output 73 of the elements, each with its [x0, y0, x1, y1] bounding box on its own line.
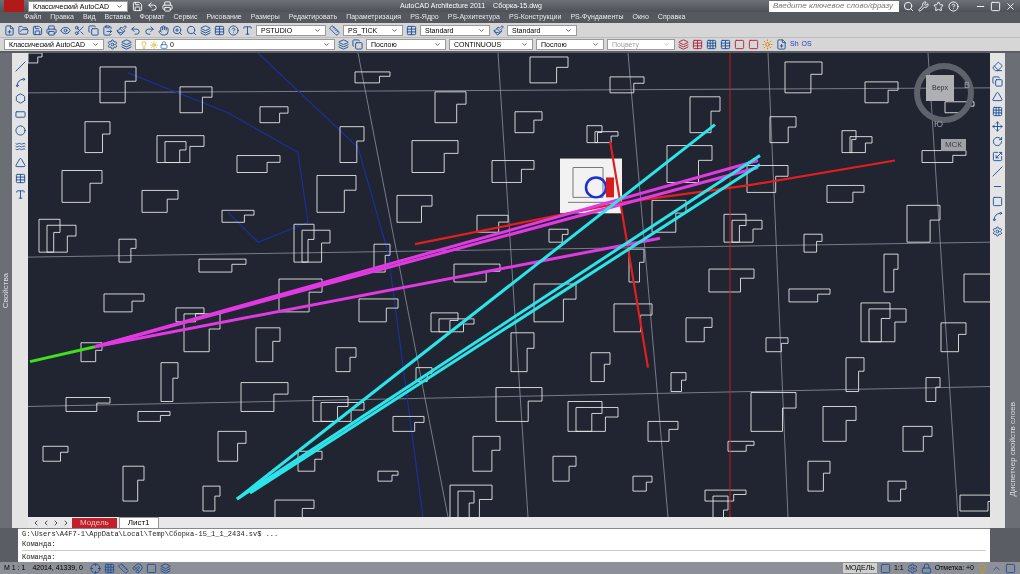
brush-icon[interactable]	[116, 24, 127, 36]
grid-icon[interactable]	[104, 562, 115, 574]
save-icon[interactable]	[32, 24, 43, 36]
open-folder-icon[interactable]	[18, 24, 29, 36]
layers-icon[interactable]	[200, 24, 211, 36]
copy-icon[interactable]	[88, 24, 99, 36]
triangle-icon[interactable]	[14, 157, 26, 168]
printer-icon[interactable]	[46, 24, 57, 36]
wrench-icon[interactable]	[918, 0, 929, 12]
close-icon[interactable]	[1005, 0, 1016, 12]
hand-icon[interactable]	[158, 24, 169, 36]
layout-tab[interactable]: Модель	[72, 517, 117, 528]
dimension-style-icon[interactable]	[329, 24, 340, 36]
search-icon[interactable]	[903, 0, 914, 12]
eraser-icon[interactable]	[992, 61, 1003, 72]
table-icon[interactable]	[692, 39, 703, 50]
object-snap-icon[interactable]	[132, 562, 143, 574]
array-icon[interactable]	[992, 106, 1003, 117]
circle-icon[interactable]	[14, 125, 26, 136]
table-icon[interactable]	[14, 173, 26, 184]
rotate-icon[interactable]	[992, 136, 1003, 147]
table-style-icon[interactable]	[406, 24, 417, 36]
undo-icon[interactable]	[147, 0, 158, 12]
palette-title[interactable]: Свойства	[0, 272, 12, 309]
maximize-icon[interactable]	[990, 0, 1001, 12]
palette-title[interactable]: Диспетчер свойств слоев	[1006, 401, 1019, 496]
lock-icon	[160, 40, 168, 49]
bulb-icon	[140, 40, 148, 49]
polygon-icon[interactable]	[14, 93, 26, 104]
fillet-icon[interactable]	[992, 211, 1003, 222]
zoom-window-icon[interactable]	[186, 24, 197, 36]
previous-tab-icon[interactable]	[42, 518, 50, 527]
layer-state-icon[interactable]	[338, 39, 349, 50]
snap-icon[interactable]	[90, 562, 101, 574]
redo-icon[interactable]	[144, 24, 155, 36]
next-tab-icon[interactable]	[52, 518, 60, 527]
layers-icon[interactable]	[121, 39, 132, 50]
multileader-style-icon[interactable]	[493, 24, 504, 36]
preview-icon[interactable]	[60, 24, 71, 36]
line-icon[interactable]	[14, 61, 26, 72]
help-icon[interactable]	[228, 24, 239, 36]
gear-icon[interactable]	[107, 39, 118, 50]
first-tab-icon[interactable]	[32, 518, 40, 527]
zoom-icon[interactable]	[172, 24, 183, 36]
layers-icon[interactable]	[160, 562, 171, 574]
copy-icon[interactable]	[992, 76, 1003, 87]
printer-icon[interactable]	[162, 0, 173, 12]
ucs-menu[interactable]: МСК	[940, 139, 966, 151]
grid-icon[interactable]	[706, 39, 717, 50]
rectangle-icon[interactable]	[14, 109, 26, 120]
layers-icon[interactable]	[678, 39, 689, 50]
table-icon[interactable]	[214, 24, 225, 36]
scissors-icon[interactable]	[74, 24, 85, 36]
new-file-icon[interactable]	[4, 24, 15, 36]
spline-icon[interactable]	[14, 141, 26, 152]
undo-icon[interactable]	[130, 24, 141, 36]
polyline-icon[interactable]	[14, 77, 26, 88]
square-icon[interactable]	[734, 39, 745, 50]
star-icon[interactable]	[933, 0, 944, 12]
last-tab-icon[interactable]	[62, 518, 70, 527]
scale-icon[interactable]	[992, 151, 1003, 162]
text-style-icon[interactable]	[242, 24, 253, 36]
lock-icon[interactable]	[920, 562, 932, 574]
compass-label: В	[964, 79, 970, 92]
paste-icon[interactable]	[102, 24, 113, 36]
text-icon[interactable]	[14, 189, 26, 200]
search-field[interactable]: Введите ключевое слово/фразу	[769, 0, 899, 12]
sun-icon	[150, 40, 158, 49]
square-icon[interactable]	[748, 39, 759, 50]
layer-copy-icon[interactable]	[352, 39, 363, 50]
table-icon[interactable]	[720, 39, 731, 50]
file-icon[interactable]	[776, 39, 787, 50]
move-icon[interactable]	[992, 121, 1003, 132]
